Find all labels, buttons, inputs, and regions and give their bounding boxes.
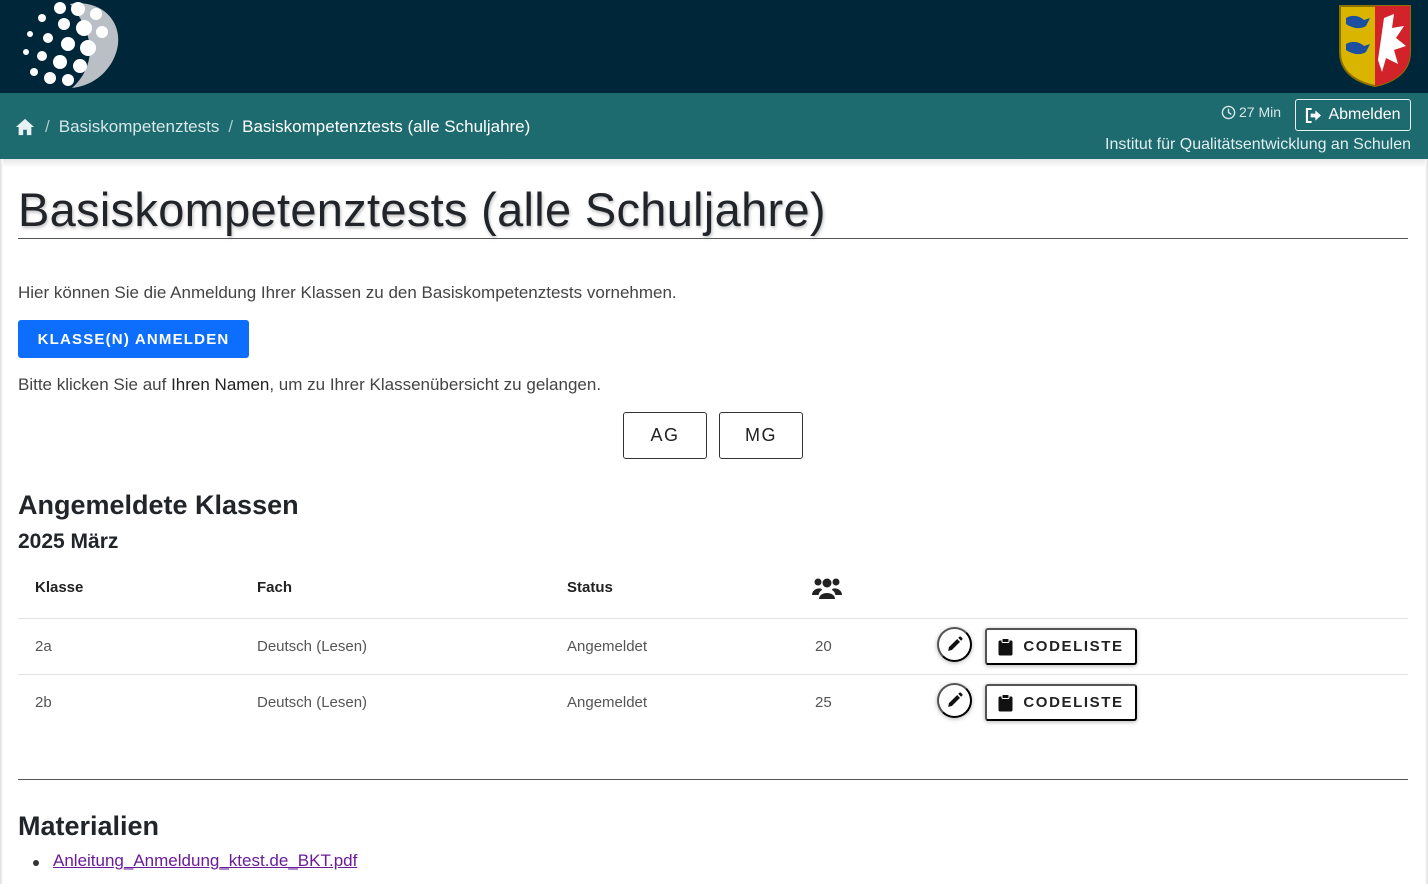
institute-name: Institut für Qualitätsentwicklung an Sch… [1105,136,1411,153]
content-top-shadow [0,159,1428,167]
hint-text-bold: Ihren Namen [171,375,270,394]
cell-status: Angemeldet [567,638,648,655]
page-title: Basiskompetenztests (alle Schuljahre) [18,183,826,236]
list-bullet [33,860,39,866]
column-header-klasse: Klasse [35,579,84,596]
breadcrumb-separator: / [45,117,50,136]
cell-student-count: 25 [815,694,832,711]
registered-classes-heading: Angemeldete Klassen [18,490,299,520]
people-group-icon [812,578,842,599]
logout-icon [1306,107,1322,123]
hint-text-after: , um zu Ihrer Klassenübersicht zu gelang… [269,375,602,394]
breadcrumb-separator: / [228,117,234,136]
column-header-fach: Fach [257,579,293,596]
edit-button[interactable] [937,627,972,662]
name-hint-text: Bitte klicken Sie auf Ihren Namen, um zu… [18,375,601,395]
cell-klasse: 2b [35,694,52,711]
edit-button[interactable] [937,683,972,718]
column-header-status: Status [567,579,613,596]
table-row-divider [18,618,1408,619]
breadcrumb-item-basiskompetenztests[interactable]: Basiskompetenztests [59,117,220,137]
logout-button[interactable]: Abmelden [1295,99,1411,131]
dot-sphere-logo [23,2,119,89]
material-link-anleitung[interactable]: Anleitung_Anmeldung_ktest.de_BKT.pdf [53,851,357,871]
title-divider [18,238,1408,239]
content-left-shadow [0,159,3,884]
breadcrumb-item-current: Basiskompetenztests (alle Schuljahre) [242,117,531,136]
codelist-button[interactable]: CODELISTE [985,628,1137,665]
session-timer: 27 Min [1221,104,1281,120]
cell-fach: Deutsch (Lesen) [257,694,368,711]
home-icon[interactable] [14,117,36,137]
section-divider [18,779,1408,780]
cell-status: Angemeldet [567,694,648,711]
codelist-button[interactable]: CODELISTE [985,684,1137,721]
intro-text: Hier können Sie die Anmeldung Ihrer Klas… [18,283,677,302]
session-timer-text: 27 Min [1239,104,1282,120]
clipboard-icon [998,693,1013,711]
cell-fach: Deutsch (Lesen) [257,638,368,655]
cell-student-count: 20 [815,638,832,655]
coat-of-arms-icon [1339,5,1411,88]
pencil-icon [948,692,963,707]
pencil-icon [948,636,963,651]
cell-klasse: 2a [35,638,52,655]
materials-heading: Materialien [18,811,160,841]
clock-icon [1221,105,1236,119]
top-header-bar [0,0,1428,93]
name-button-ag[interactable]: AG [623,412,707,459]
codelist-label: CODELISTE [1023,638,1124,655]
register-classes-button[interactable]: KLASSE(N) ANMELDEN [18,320,249,358]
breadcrumb: / Basiskompetenztests / Basiskompetenzte… [14,115,530,139]
hint-text-before: Bitte klicken Sie auf [18,375,172,394]
codelist-label: CODELISTE [1023,694,1124,711]
logout-label: Abmelden [1328,106,1401,123]
table-row-divider [18,674,1408,675]
period-heading: 2025 März [18,530,119,553]
clipboard-icon [998,637,1013,655]
name-button-mg[interactable]: MG [719,412,803,459]
